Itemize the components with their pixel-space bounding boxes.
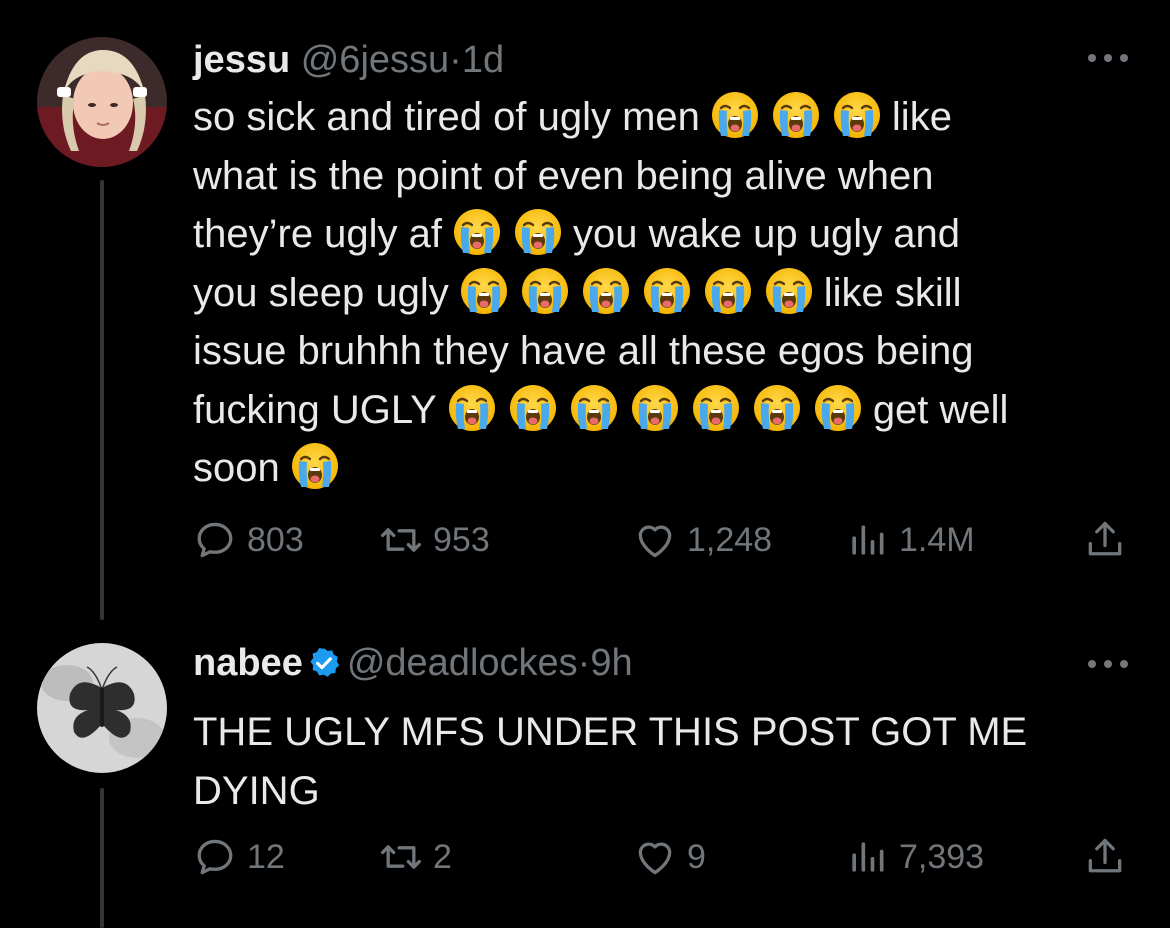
more-options-button[interactable] (1088, 48, 1128, 68)
loudly-crying-face-emoji (290, 441, 340, 491)
tweet-text-line: what is the point of even being alive wh… (193, 147, 1113, 206)
loudly-crying-face-emoji (459, 266, 509, 316)
separator-dot: · (449, 39, 462, 81)
reply-count: 803 (247, 520, 304, 559)
share-upload-icon (1083, 835, 1127, 879)
loudly-crying-face-emoji (710, 90, 760, 140)
like-count: 9 (687, 837, 706, 876)
loudly-crying-face-emoji (513, 207, 563, 257)
loudly-crying-face-emoji (569, 383, 619, 433)
handle[interactable]: @deadlockes (347, 642, 578, 684)
display-name[interactable]: jessu (193, 39, 290, 81)
loudly-crying-face-emoji (764, 266, 814, 316)
tweet-text-segment: what is the point of even being alive wh… (193, 153, 934, 198)
more-dot (1120, 660, 1128, 668)
views-button[interactable]: 1.4M (845, 515, 975, 565)
timestamp[interactable]: 1d (462, 39, 504, 81)
share-upload-icon (1083, 518, 1127, 562)
tweet[interactable]: nabee @deadlockes·9h THE UGLY MFS UNDER … (0, 610, 1170, 928)
tweet-text-line: issue bruhhh they have all these egos be… (193, 322, 1113, 381)
share-button[interactable] (1083, 832, 1127, 882)
more-options-button[interactable] (1088, 654, 1128, 674)
tweet-text-line: THE UGLY MFS UNDER THIS POST GOT ME (193, 703, 1113, 762)
loudly-crying-face-emoji (581, 266, 631, 316)
reply-count: 12 (247, 837, 285, 876)
tweet-text-segment: soon (193, 446, 280, 490)
tweet-text-line: so sick and tired of ugly men like (193, 88, 1113, 147)
retweet-count: 953 (433, 520, 490, 559)
reply-bubble-icon (193, 835, 237, 879)
tweet-text-segment: they’re ugly af (193, 212, 443, 256)
tweet-header: nabee @deadlockes·9h (193, 640, 633, 686)
tweet-text-segment: THE UGLY MFS UNDER THIS POST GOT ME (193, 710, 1028, 754)
tweet-text: THE UGLY MFS UNDER THIS POST GOT ME DYING (193, 703, 1113, 820)
timestamp[interactable]: 9h (590, 642, 632, 684)
tweet-text-segment: get well (872, 387, 1009, 432)
loudly-crying-face-emoji (520, 266, 570, 316)
more-dot (1088, 660, 1096, 668)
separator-dot: · (577, 642, 591, 684)
retweet-icon (379, 835, 423, 879)
action-bar: 12 2 9 7,393 (193, 832, 1133, 882)
loudly-crying-face-emoji (508, 383, 558, 433)
like-count: 1,248 (687, 520, 773, 559)
avatar[interactable] (37, 643, 167, 773)
more-dot (1088, 54, 1096, 62)
tweet-text-line: soon (193, 439, 1113, 498)
thread-line (100, 788, 104, 928)
tweet-text-segment: like (891, 95, 952, 139)
loudly-crying-face-emoji (630, 383, 680, 433)
loudly-crying-face-emoji (703, 266, 753, 316)
more-dot (1104, 54, 1112, 62)
retweet-count: 2 (433, 837, 452, 876)
views-bar-chart-icon (845, 835, 889, 879)
views-bar-chart-icon (845, 518, 889, 562)
retweet-button[interactable]: 2 (379, 832, 452, 882)
thread-line (100, 180, 104, 620)
like-button[interactable]: 9 (633, 832, 706, 882)
tweet-text-line: they’re ugly af you wake up ugly and (193, 205, 1113, 264)
tweet-text-segment: so sick and tired of ugly men (193, 95, 700, 139)
loudly-crying-face-emoji (452, 207, 502, 257)
avatar[interactable] (37, 37, 167, 167)
loudly-crying-face-emoji (832, 90, 882, 140)
view-count: 7,393 (899, 837, 985, 876)
tweet-text-segment: you sleep ugly (193, 270, 449, 315)
loudly-crying-face-emoji (771, 90, 821, 140)
tweet-text: so sick and tired of ugly men like what is… (193, 88, 1113, 498)
more-dot (1120, 54, 1128, 62)
tweet-text-segment: DYING (193, 768, 320, 813)
more-dot (1104, 660, 1112, 668)
view-count: 1.4M (899, 520, 975, 559)
reply-button[interactable]: 803 (193, 515, 304, 565)
reply-bubble-icon (193, 518, 237, 562)
handle[interactable]: @6jessu (301, 39, 449, 81)
share-button[interactable] (1083, 515, 1127, 565)
retweet-button[interactable]: 953 (379, 515, 490, 565)
tweet[interactable]: jessu @6jessu·1d so sick and tired of ug… (0, 0, 1170, 620)
loudly-crying-face-emoji (752, 383, 802, 433)
display-name[interactable]: nabee (193, 642, 303, 684)
heart-icon (633, 518, 677, 562)
loudly-crying-face-emoji (691, 383, 741, 433)
loudly-crying-face-emoji (813, 383, 863, 433)
tweet-text-line: you sleep ugly like skill (193, 264, 1113, 323)
tweet-text-segment: fucking UGLY (193, 387, 437, 432)
tweet-text-segment: you wake up ugly and (573, 212, 960, 256)
verified-badge-icon (310, 647, 339, 677)
action-bar: 803 953 1,248 1.4M (193, 515, 1133, 565)
views-button[interactable]: 7,393 (845, 832, 984, 882)
tweet-text-line: DYING (193, 762, 1113, 821)
loudly-crying-face-emoji (642, 266, 692, 316)
loudly-crying-face-emoji (447, 383, 497, 433)
reply-button[interactable]: 12 (193, 832, 285, 882)
tweet-text-segment: issue bruhhh they have all these egos be… (193, 329, 974, 373)
tweet-text-line: fucking UGLY get well (193, 381, 1113, 440)
like-button[interactable]: 1,248 (633, 515, 772, 565)
tweet-text-segment: like skill (823, 270, 962, 315)
retweet-icon (379, 518, 423, 562)
heart-icon (633, 835, 677, 879)
tweet-header: jessu @6jessu·1d (193, 37, 504, 83)
